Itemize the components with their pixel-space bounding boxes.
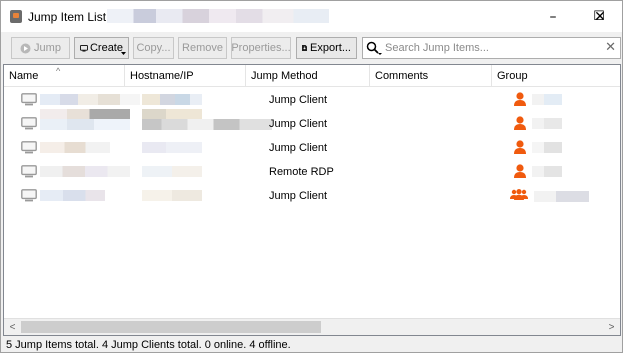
redacted-name (40, 119, 130, 130)
column-header-group[interactable]: Group (492, 65, 620, 87)
redacted-name (40, 109, 130, 119)
export-button[interactable]: Export... (296, 37, 357, 59)
jump-item-list-window: Jump Item List - – ☐ ✕ Jump Create Copy.… (0, 0, 623, 353)
jump-method-cell: Jump Client (269, 190, 328, 202)
status-bar: 5 Jump Items total. 4 Jump Clients total… (6, 339, 291, 351)
user-icon (514, 116, 526, 130)
window-title: Jump Item List - (28, 10, 114, 24)
jump-item-list[interactable]: Name ^ Hostname/IP Jump Method Comments … (3, 64, 621, 336)
dropdown-arrow-icon (121, 52, 126, 55)
redacted-name (40, 166, 130, 177)
horizontal-scrollbar[interactable]: < > (4, 318, 620, 335)
scrollbar-thumb[interactable] (21, 321, 321, 333)
redacted-hostname (142, 109, 202, 119)
list-item[interactable]: Remote RDP (4, 160, 620, 184)
column-header-hostname[interactable]: Hostname/IP (125, 65, 246, 87)
user-icon (514, 164, 526, 178)
export-icon (302, 44, 308, 52)
user-icon (514, 140, 526, 154)
list-header: Name ^ Hostname/IP Jump Method Comments … (4, 65, 620, 87)
create-button[interactable]: Create (74, 37, 129, 59)
jump-method-cell: Remote RDP (269, 166, 334, 178)
redacted-group (534, 191, 589, 202)
create-button-label: Create (89, 42, 123, 54)
redacted-hostname (142, 166, 202, 177)
sort-ascending-icon: ^ (56, 66, 61, 76)
list-item[interactable]: Jump Client (4, 136, 620, 160)
group-icon (510, 189, 528, 200)
title-bar: Jump Item List - – ☐ (1, 1, 622, 32)
redacted-hostname (142, 190, 202, 201)
remove-button[interactable]: Remove (178, 37, 227, 59)
user-icon (514, 92, 526, 106)
copy-button[interactable]: Copy... (133, 37, 174, 59)
redacted-group (532, 166, 562, 177)
list-item[interactable]: Jump Client (4, 109, 620, 136)
toolbar: Jump Create Copy... Remove Properties...… (1, 32, 622, 64)
search-box[interactable]: ✕ (362, 37, 621, 59)
redacted-hostname (142, 142, 202, 153)
redacted-name (40, 94, 140, 105)
computer-icon (21, 141, 37, 154)
jump-button[interactable]: Jump (11, 37, 70, 59)
properties-button[interactable]: Properties... (231, 37, 291, 59)
jump-method-cell: Jump Client (269, 94, 328, 106)
column-header-comments[interactable]: Comments (370, 65, 492, 87)
column-header-name[interactable]: Name ^ (4, 65, 125, 87)
redacted-group (532, 142, 562, 153)
computer-icon (21, 93, 37, 106)
search-icon[interactable] (366, 41, 382, 55)
play-icon (20, 43, 31, 53)
scroll-left-icon[interactable]: < (4, 319, 21, 335)
redacted-group (532, 118, 562, 129)
close-button[interactable]: ✕ (577, 1, 623, 32)
redacted-group (532, 94, 562, 105)
computer-icon (21, 117, 37, 130)
jump-method-cell: Jump Client (269, 118, 328, 130)
column-header-jump-method[interactable]: Jump Method (246, 65, 370, 87)
redacted-hostname (142, 119, 272, 130)
jump-method-cell: Jump Client (269, 142, 328, 154)
app-icon (10, 10, 22, 23)
list-item[interactable]: Jump Client (4, 184, 620, 208)
monitor-icon (80, 44, 88, 52)
jump-button-label: Jump (34, 42, 61, 54)
redacted-hostname (142, 94, 202, 105)
search-input[interactable] (385, 40, 595, 56)
scroll-right-icon[interactable]: > (603, 319, 620, 335)
computer-icon (21, 165, 37, 178)
clear-search-icon[interactable]: ✕ (605, 40, 616, 55)
redacted-name (40, 190, 105, 201)
redacted-title-text (107, 9, 329, 23)
minimize-button[interactable]: – (530, 1, 576, 32)
export-button-label: Export... (310, 42, 351, 54)
redacted-name (40, 142, 110, 153)
computer-icon (21, 189, 37, 202)
